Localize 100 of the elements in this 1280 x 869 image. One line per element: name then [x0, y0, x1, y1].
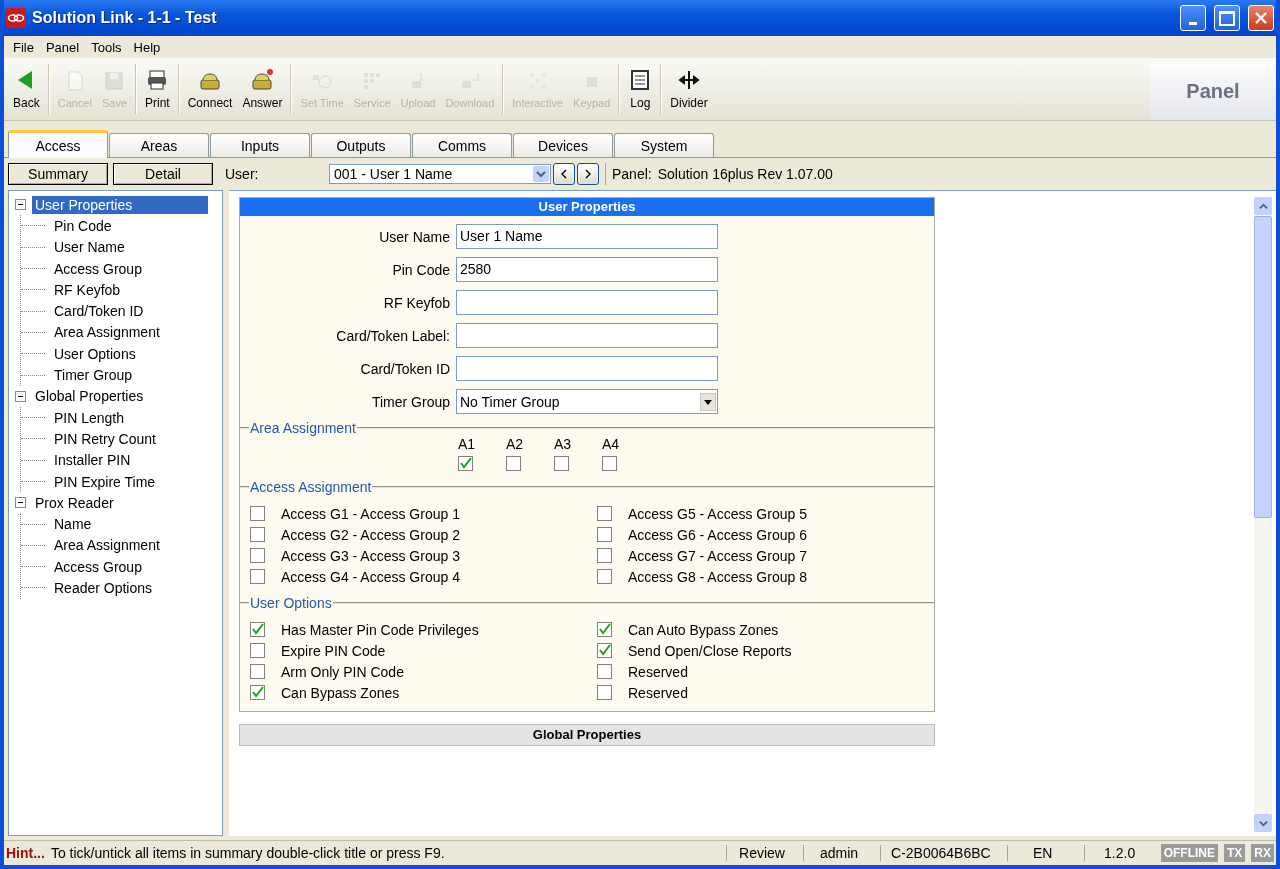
tree-item[interactable]: Access Group — [51, 259, 145, 278]
next-button[interactable] — [577, 163, 599, 185]
close-button[interactable] — [1248, 5, 1274, 31]
checkbox-label: Access G3 - Access Group 3 — [281, 547, 460, 564]
menu-item[interactable]: Panel — [40, 37, 85, 57]
checkbox-label: Access G8 - Access Group 8 — [628, 568, 807, 585]
previous-button[interactable] — [553, 163, 575, 185]
checkbox-label: Access G2 - Access Group 2 — [281, 526, 460, 543]
toolbar-button[interactable]: Log — [623, 58, 658, 120]
checkbox[interactable] — [597, 664, 612, 679]
toolbar-button[interactable]: Print — [140, 58, 175, 120]
chevron-down-icon — [1258, 818, 1268, 828]
checkbox[interactable] — [597, 527, 612, 542]
view-button[interactable]: Summary — [8, 163, 108, 185]
checkbox[interactable] — [250, 506, 265, 521]
section-title: Access Assignment — [249, 479, 373, 495]
checkbox[interactable] — [597, 548, 612, 563]
section-header: User Properties — [240, 198, 934, 216]
field-label: RF Keyfob — [382, 294, 450, 311]
tree-item[interactable]: User Name — [51, 238, 128, 257]
tab[interactable]: System — [614, 133, 714, 157]
checkbox[interactable] — [554, 456, 569, 471]
dropdown-field[interactable]: No Timer Group — [456, 389, 718, 414]
tree-item[interactable]: RF Keyfob — [51, 280, 124, 299]
section-header: Global Properties — [239, 724, 935, 746]
status-indicator: TX — [1224, 844, 1246, 862]
user-dropdown[interactable]: 001 - User 1 Name — [329, 164, 551, 184]
tree-item[interactable]: PIN Expire Time — [51, 472, 159, 491]
checkbox[interactable] — [602, 456, 617, 471]
status-cell: 1.2.0 — [1083, 845, 1155, 861]
scrollbar[interactable] — [1254, 197, 1272, 832]
view-button[interactable]: Detail — [113, 163, 213, 185]
collapse-icon[interactable] — [15, 390, 26, 402]
toolbar-button[interactable]: Back — [8, 58, 45, 120]
toolbar-button[interactable]: Answer — [237, 58, 288, 120]
tree-item[interactable]: PIN Retry Count — [51, 429, 159, 448]
menu-item[interactable]: Help — [128, 37, 166, 57]
tree-item[interactable]: Card/Token ID — [51, 302, 147, 321]
tree-item[interactable]: Reader Options — [51, 579, 156, 597]
status-cell: Review — [726, 845, 798, 861]
checkbox-label: Access G4 - Access Group 4 — [281, 568, 460, 585]
field-label: Card/Token ID — [359, 360, 450, 377]
checkbox[interactable] — [597, 643, 612, 658]
checkbox-label: Access G5 - Access Group 5 — [628, 505, 807, 522]
checkbox[interactable] — [250, 622, 265, 637]
tab[interactable]: Outputs — [311, 133, 411, 157]
menu-item[interactable]: File — [8, 37, 39, 57]
input-field[interactable] — [456, 323, 718, 348]
area-label: A4 — [602, 436, 620, 452]
toolbar-button[interactable]: Divider — [665, 58, 713, 120]
checkbox[interactable] — [597, 569, 612, 584]
tree-item[interactable]: Prox Reader — [32, 493, 117, 512]
checkbox[interactable] — [250, 685, 265, 700]
tree-item[interactable]: Access Group — [51, 557, 145, 576]
checkbox[interactable] — [250, 548, 265, 563]
tab[interactable]: Areas — [109, 133, 209, 157]
tab[interactable]: Inputs — [210, 133, 310, 157]
checkbox[interactable] — [597, 506, 612, 521]
hint-text: To tick/untick all items in summary double-click title or press F9. — [50, 845, 445, 861]
checkbox[interactable] — [250, 569, 265, 584]
tree-item[interactable]: User Properties — [32, 195, 208, 214]
input-field[interactable] — [456, 290, 718, 315]
checkbox[interactable] — [250, 664, 265, 679]
maximize-button[interactable] — [1214, 5, 1240, 31]
window-title: Solution Link - 1-1 - Test — [32, 9, 217, 27]
tree-item[interactable]: Timer Group — [51, 366, 136, 384]
section-title: User Options — [249, 595, 333, 611]
input-field[interactable]: User 1 Name — [456, 224, 718, 249]
close-icon — [1255, 12, 1267, 24]
hint-label: Hint... — [6, 845, 45, 861]
tab[interactable]: Access — [8, 130, 108, 158]
tab[interactable]: Devices — [513, 133, 613, 157]
user-label: User: — [225, 166, 260, 182]
area-label: A3 — [554, 436, 572, 452]
panel-label: Panel: — [612, 166, 652, 182]
tree-item[interactable]: User Options — [51, 344, 139, 363]
input-field[interactable] — [456, 356, 718, 381]
input-field[interactable]: 2580 — [456, 257, 718, 282]
minimize-button[interactable] — [1180, 5, 1206, 31]
collapse-icon[interactable] — [15, 199, 26, 211]
checkbox[interactable] — [250, 643, 265, 658]
tree-item[interactable]: PIN Length — [51, 408, 128, 427]
section-title: Area Assignment — [249, 420, 357, 436]
panel-badge: Panel — [1150, 62, 1276, 120]
tree-item[interactable]: Name — [51, 515, 95, 534]
tab[interactable]: Comms — [412, 133, 512, 157]
checkbox[interactable] — [597, 685, 612, 700]
collapse-icon[interactable] — [15, 497, 26, 509]
tree-item[interactable]: Pin Code — [51, 216, 115, 235]
checkbox[interactable] — [250, 527, 265, 542]
checkbox[interactable] — [597, 622, 612, 637]
status-indicator: OFFLINE — [1160, 844, 1218, 862]
checkbox[interactable] — [506, 456, 521, 471]
tree-item[interactable]: Installer PIN — [51, 451, 134, 470]
checkbox[interactable] — [458, 456, 473, 471]
toolbar-button[interactable]: Connect — [182, 58, 238, 120]
tree-item[interactable]: Global Properties — [32, 387, 147, 406]
tree-item[interactable]: Area Assignment — [51, 536, 163, 555]
tree-item[interactable]: Area Assignment — [51, 323, 163, 342]
menu-item[interactable]: Tools — [86, 37, 127, 57]
